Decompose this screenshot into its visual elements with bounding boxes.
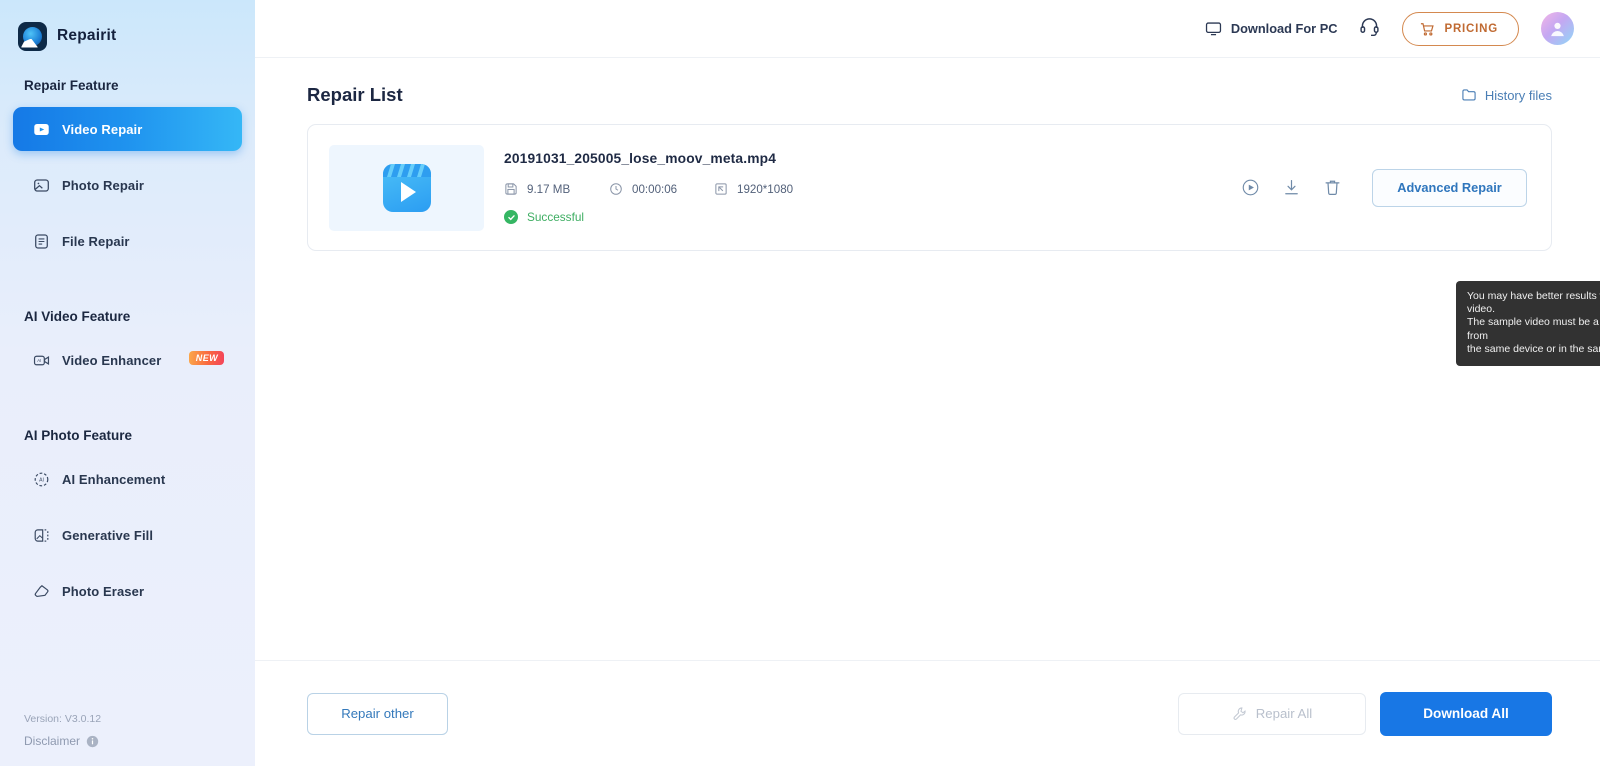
- repair-all-label: Repair All: [1256, 706, 1312, 721]
- check-circle-icon: [504, 210, 518, 224]
- version-label: Version: V3.0.12: [24, 713, 101, 725]
- download-all-label: Download All: [1423, 706, 1509, 721]
- download-icon[interactable]: [1282, 178, 1301, 197]
- file-name: 20191031_205005_lose_moov_meta.mp4: [504, 151, 1241, 166]
- repair-all-button: Repair All: [1178, 693, 1366, 735]
- sidebar-item-label: Video Repair: [62, 122, 142, 137]
- trash-icon[interactable]: [1323, 178, 1342, 197]
- resize-dimensions-icon: [714, 182, 728, 196]
- download-for-pc-button[interactable]: Download For PC: [1205, 20, 1338, 37]
- repair-list-item[interactable]: 20191031_205005_lose_moov_meta.mp4 9.17 …: [307, 124, 1552, 251]
- folder-icon: [1461, 87, 1477, 103]
- repair-other-button[interactable]: Repair other: [307, 693, 448, 735]
- sidebar-item-label: Video Enhancer: [62, 353, 161, 368]
- play-circle-icon[interactable]: [1241, 178, 1260, 197]
- svg-text:AI: AI: [37, 357, 41, 362]
- file-duration-label: 00:00:06: [632, 183, 677, 196]
- file-thumbnail: [329, 145, 484, 231]
- disclaimer-link[interactable]: Disclaimer: [24, 734, 101, 748]
- section-title-repair-feature: Repair Feature: [0, 78, 255, 93]
- file-meta-row: 9.17 MB 00:00:06: [504, 182, 1241, 196]
- content-area: Repair List History files: [255, 58, 1600, 660]
- top-bar: Download For PC PRICING: [255, 0, 1600, 58]
- file-actions: Advanced Repair: [1241, 169, 1529, 207]
- file-resolution-label: 1920*1080: [737, 183, 793, 196]
- file-info: 20191031_205005_lose_moov_meta.mp4 9.17 …: [484, 151, 1241, 224]
- file-status-label: Successful: [527, 210, 584, 224]
- sidebar-item-video-repair[interactable]: Video Repair: [13, 107, 242, 151]
- repairit-logo-icon: [18, 22, 47, 51]
- user-avatar-icon[interactable]: [1541, 12, 1574, 45]
- sidebar-item-generative-fill[interactable]: Generative Fill: [13, 513, 242, 557]
- sidebar-item-label: Photo Eraser: [62, 584, 144, 599]
- advanced-repair-label: Advanced Repair: [1397, 180, 1502, 195]
- file-duration: 00:00:06: [609, 182, 714, 196]
- sidebar-item-label: File Repair: [62, 234, 130, 249]
- svg-text:AI: AI: [39, 477, 44, 483]
- brand: Repairit: [0, 0, 255, 56]
- bottom-action-bar: Repair other Repair All Download All: [255, 660, 1600, 766]
- shopping-cart-icon: [1419, 21, 1435, 37]
- advanced-repair-tooltip: You may have better results with a sampl…: [1456, 281, 1600, 366]
- sidebar-item-photo-eraser[interactable]: Photo Eraser: [13, 569, 242, 613]
- clock-icon: [609, 182, 623, 196]
- history-files-label: History files: [1485, 88, 1552, 103]
- advanced-repair-button[interactable]: Advanced Repair: [1372, 169, 1527, 207]
- section-title-ai-video-feature: AI Video Feature: [0, 309, 255, 324]
- main-area: Download For PC PRICING: [255, 0, 1600, 766]
- repair-other-label: Repair other: [341, 706, 414, 721]
- content-header: Repair List History files: [307, 84, 1552, 106]
- section-title-ai-photo-feature: AI Photo Feature: [0, 428, 255, 443]
- download-all-button[interactable]: Download All: [1380, 692, 1552, 736]
- video-clapperboard-icon: [383, 164, 431, 212]
- photo-icon: [33, 177, 50, 194]
- file-size-label: 9.17 MB: [527, 183, 570, 196]
- sidebar-item-file-repair[interactable]: File Repair: [13, 219, 242, 263]
- eraser-icon: [33, 583, 50, 600]
- page-title: Repair List: [307, 84, 403, 106]
- new-badge: NEW: [189, 351, 224, 365]
- file-resolution: 1920*1080: [714, 182, 793, 196]
- info-icon: [86, 735, 99, 748]
- sidebar: Repairit Repair Feature Video Repair Pho…: [0, 0, 255, 766]
- tooltip-line-3: the same device or in the same format.: [1467, 343, 1600, 356]
- sidebar-item-photo-repair[interactable]: Photo Repair: [13, 163, 242, 207]
- disclaimer-label: Disclaimer: [24, 734, 80, 748]
- sidebar-footer: Version: V3.0.12 Disclaimer: [24, 713, 101, 748]
- file-status: Successful: [504, 210, 1241, 224]
- wrench-icon: [1232, 706, 1247, 721]
- pricing-button[interactable]: PRICING: [1402, 12, 1519, 46]
- sidebar-item-label: Generative Fill: [62, 528, 153, 543]
- sidebar-item-label: Photo Repair: [62, 178, 144, 193]
- ai-video-camera-icon: AI: [33, 352, 50, 369]
- tooltip-line-2: The sample video must be a playable vide…: [1467, 316, 1600, 342]
- sidebar-item-video-enhancer[interactable]: AI Video Enhancer NEW: [13, 338, 242, 382]
- sidebar-item-ai-enhancement[interactable]: AI AI Enhancement: [13, 457, 242, 501]
- tooltip-line-1: You may have better results with a sampl…: [1467, 290, 1600, 316]
- history-files-button[interactable]: History files: [1461, 87, 1552, 103]
- headset-support-icon[interactable]: [1359, 16, 1380, 42]
- video-play-icon: [33, 121, 50, 138]
- sidebar-item-label: AI Enhancement: [62, 472, 165, 487]
- file-size: 9.17 MB: [504, 182, 609, 196]
- ai-sparkle-icon: AI: [33, 471, 50, 488]
- app-window: Repairit Repair Feature Video Repair Pho…: [0, 0, 1600, 766]
- brand-name: Repairit: [57, 27, 116, 45]
- monitor-icon: [1205, 20, 1222, 37]
- download-for-pc-label: Download For PC: [1231, 21, 1338, 36]
- generative-fill-icon: [33, 527, 50, 544]
- document-icon: [33, 233, 50, 250]
- pricing-label: PRICING: [1444, 23, 1498, 35]
- save-disk-icon: [504, 182, 518, 196]
